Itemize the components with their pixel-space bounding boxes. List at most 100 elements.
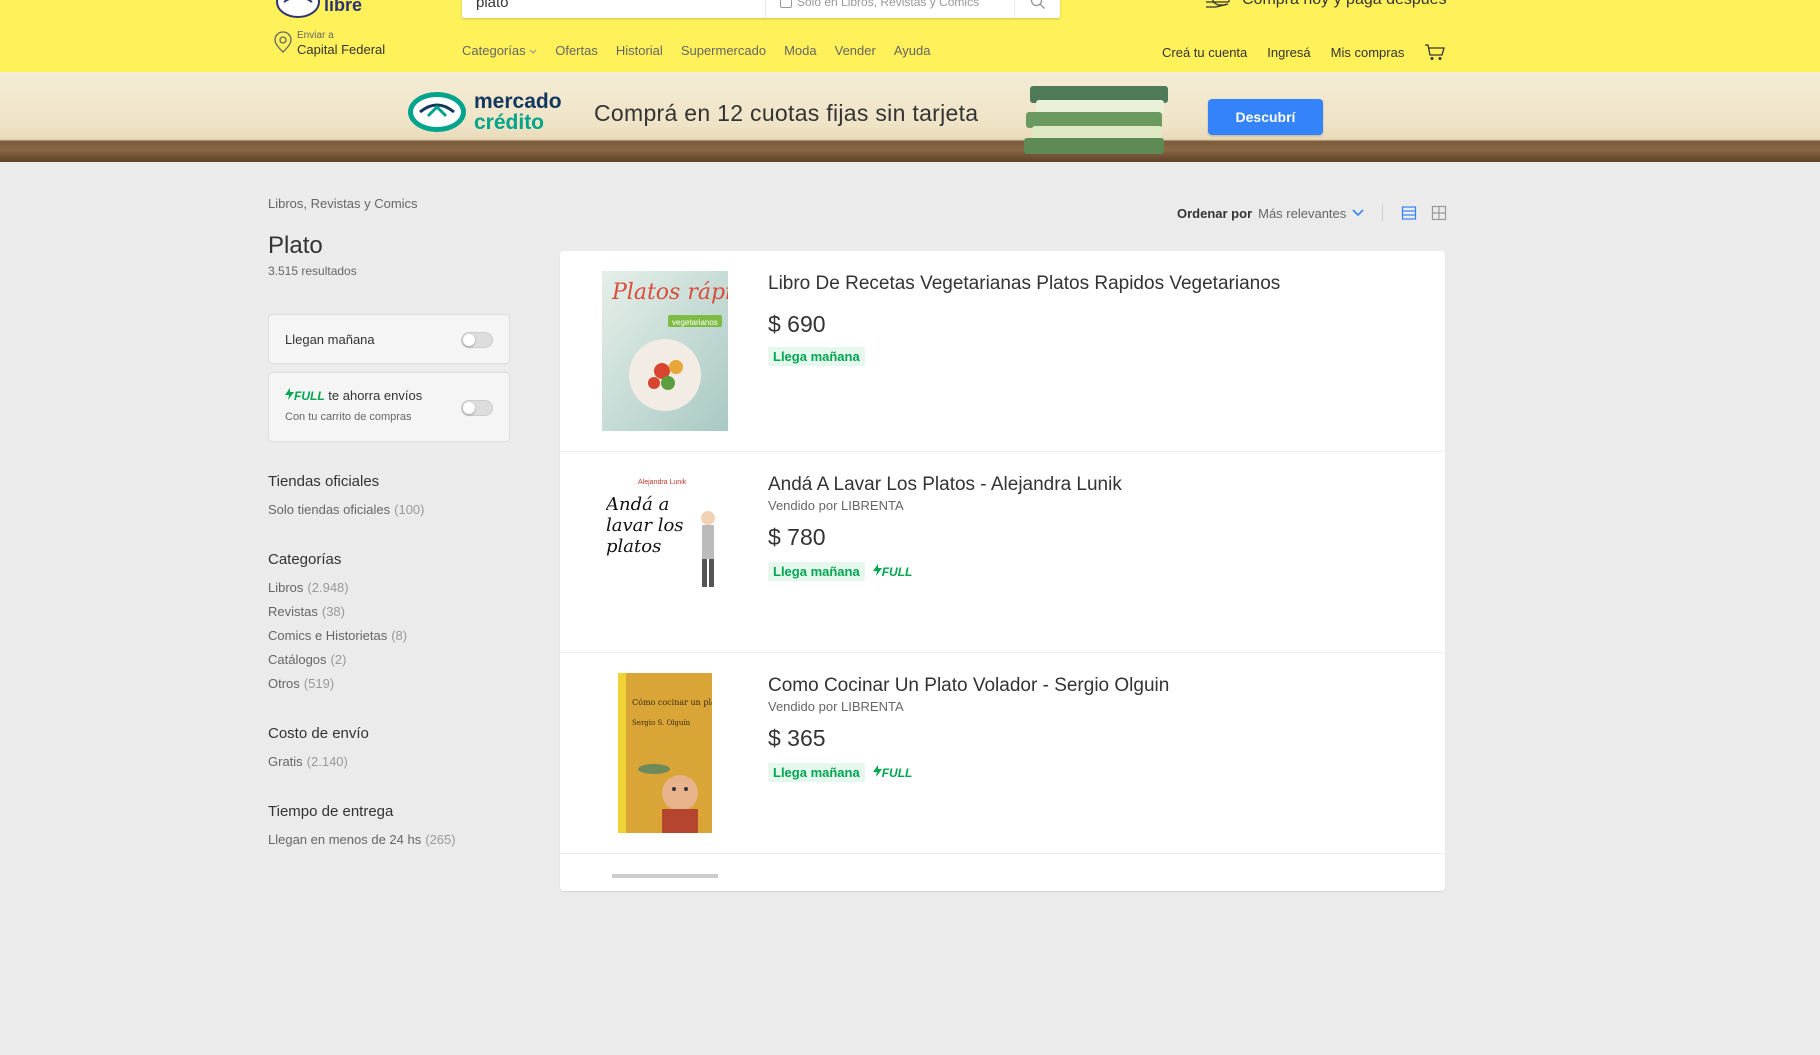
- filter-item[interactable]: Revistas (38): [268, 600, 407, 624]
- ship-to[interactable]: Enviar a Capital Federal: [273, 30, 385, 58]
- cover-author: Sergio S. Olguín: [632, 719, 691, 727]
- breadcrumb[interactable]: Libros, Revistas y Comics: [268, 196, 418, 211]
- promo-text: Compra hoy y pagá después: [1242, 0, 1447, 9]
- filter-item[interactable]: Libros (2.948): [268, 576, 407, 600]
- filter-title: Costo de envío: [268, 725, 369, 742]
- search-button[interactable]: [1014, 0, 1060, 18]
- toggle-llegan-manana[interactable]: Llegan mañana: [268, 314, 510, 364]
- nav-supermercado[interactable]: Supermercado: [681, 43, 766, 58]
- filter-label: Llegan en menos de 24 hs: [268, 832, 422, 847]
- product-price: $ 780: [768, 524, 826, 550]
- product-title[interactable]: Como Cocinar Un Plato Volador - Sergio O…: [768, 675, 1169, 697]
- cover-title: Platos rápidos: [611, 280, 728, 305]
- mercado-credito-logo: mercado crédito: [406, 90, 562, 134]
- results-list: Platos rápidos vegetarianos Libro De Rec…: [560, 251, 1445, 891]
- discover-button[interactable]: Descubrí: [1208, 99, 1323, 135]
- filter-count: (519): [303, 676, 335, 691]
- badge-row: Llega mañana FULL: [768, 562, 912, 581]
- nav-ayuda[interactable]: Ayuda: [894, 43, 931, 58]
- location-pin-icon: [274, 31, 292, 53]
- nav-historial[interactable]: Historial: [616, 43, 663, 58]
- filter-label: Gratis: [268, 754, 303, 769]
- filter-item[interactable]: Gratis (2.140): [268, 750, 369, 774]
- filter-item[interactable]: Catálogos (2): [268, 648, 407, 672]
- badge-row: Llega mañana FULL: [768, 763, 912, 782]
- filter-categorias: Categorías Libros (2.948) Revistas (38) Co…: [268, 551, 407, 696]
- full-badge: FULL: [872, 563, 913, 581]
- create-account-link[interactable]: Creá tu cuenta: [1162, 45, 1247, 60]
- scope-checkbox[interactable]: [780, 0, 792, 8]
- filter-item[interactable]: Solo tiendas oficiales (100): [268, 498, 425, 522]
- result-item[interactable]: Platos rápidos vegetarianos Libro De Rec…: [560, 251, 1445, 452]
- nav-vender[interactable]: Vender: [835, 43, 876, 58]
- seller-text: Vendido por LIBRENTA: [768, 498, 904, 513]
- filter-count: (8): [391, 628, 408, 643]
- divider: [1382, 205, 1384, 221]
- result-item[interactable]: Alejandra Lunik Andá a lavar los platos …: [560, 452, 1445, 653]
- cover-subtitle: vegetarianos: [672, 318, 718, 327]
- lightning-icon: [285, 388, 294, 400]
- my-purchases-link[interactable]: Mis compras: [1331, 45, 1405, 60]
- delivery-badge: Llega mañana: [768, 562, 865, 581]
- product-title[interactable]: Andá A Lavar Los Platos - Alejandra Luni…: [768, 474, 1122, 496]
- filter-title: Tiempo de entrega: [268, 803, 394, 820]
- logo-text: libre: [324, 0, 362, 15]
- ship-to-label: Enviar a: [297, 30, 334, 41]
- banner-title: Comprá en 12 cuotas fijas sin tarjeta: [594, 100, 979, 126]
- filter-count: (100): [394, 502, 425, 517]
- nav-ofertas[interactable]: Ofertas: [555, 43, 598, 58]
- product-thumbnail[interactable]: Cómo cocinar un plato volador Sergio S. …: [602, 673, 728, 833]
- list-view-icon[interactable]: [1401, 205, 1417, 221]
- filter-count: (2.948): [307, 580, 349, 595]
- thumbnail-edge: [612, 874, 718, 878]
- product-title[interactable]: Libro De Recetas Vegetarianas Platos Rap…: [768, 273, 1280, 295]
- sort-bar: Ordenar por Más relevantes: [1177, 205, 1447, 221]
- search-bar: Solo en Libros, Revistas y Comics: [462, 0, 1060, 18]
- cover-title: Cómo cocinar un plato volador: [632, 698, 712, 707]
- full-label: FULL: [881, 564, 913, 579]
- filter-tiendas: Tiendas oficiales Solo tiendas oficiales…: [268, 473, 425, 522]
- sort-dropdown[interactable]: Más relevantes: [1258, 206, 1346, 221]
- search-scope[interactable]: Solo en Libros, Revistas y Comics: [765, 0, 1017, 18]
- nav-moda[interactable]: Moda: [784, 43, 817, 58]
- grid-view-icon[interactable]: [1431, 205, 1447, 221]
- filter-item[interactable]: Comics e Historietas (8): [268, 624, 407, 648]
- ship-to-city: Capital Federal: [297, 42, 386, 57]
- filter-item[interactable]: Llegan en menos de 24 hs (265): [268, 828, 456, 852]
- full-switch[interactable]: [461, 400, 493, 416]
- mercadolibre-logo[interactable]: libre: [276, 0, 376, 20]
- filter-envio: Costo de envío Gratis (2.140): [268, 725, 369, 774]
- filter-count: (38): [321, 604, 345, 619]
- product-price: $ 365: [768, 725, 826, 751]
- llegan-switch[interactable]: [461, 332, 493, 348]
- filter-item[interactable]: Otros (519): [268, 672, 407, 696]
- cover-author: Alejandra Lunik: [638, 479, 687, 486]
- promo-banner[interactable]: mercado crédito Comprá en 12 cuotas fija…: [0, 72, 1820, 162]
- full-sub: Con tu carrito de compras: [285, 411, 412, 423]
- lightning-icon: [872, 764, 882, 777]
- filter-count: (2): [330, 652, 347, 667]
- full-brand: FULL: [294, 389, 325, 403]
- cart-icon[interactable]: [1424, 43, 1446, 61]
- delivery-badge: Llega mañana: [768, 763, 865, 782]
- product-thumbnail[interactable]: Platos rápidos vegetarianos: [602, 271, 728, 431]
- filter-count: (265): [425, 832, 456, 847]
- filter-label: Catálogos: [268, 652, 327, 667]
- toggle-full[interactable]: FULL te ahorra envíos Con tu carrito de …: [268, 372, 510, 442]
- result-item[interactable]: Cómo cocinar un plato volador Sergio S. …: [560, 653, 1445, 854]
- brand-top: mercado: [474, 90, 562, 113]
- lightning-icon: [872, 563, 882, 576]
- badge-row: Llega mañana: [768, 347, 865, 366]
- main-nav: Categorías Ofertas Historial Supermercad…: [462, 43, 930, 58]
- full-badge: FULL: [872, 764, 912, 782]
- result-item[interactable]: [560, 854, 1445, 1055]
- promo-top[interactable]: Compra hoy y pagá después: [1204, 0, 1447, 10]
- chevron-down-icon[interactable]: [1352, 209, 1364, 217]
- nav-categorias-label: Categorías: [462, 43, 526, 58]
- nav-categorias[interactable]: Categorías: [462, 43, 537, 58]
- product-thumbnail[interactable]: Alejandra Lunik Andá a lavar los platos: [602, 472, 728, 632]
- full-text: te ahorra envíos: [328, 388, 423, 403]
- filter-label: Revistas: [268, 604, 318, 619]
- user-nav: Creá tu cuenta Ingresá Mis compras: [1162, 43, 1446, 61]
- login-link[interactable]: Ingresá: [1267, 45, 1310, 60]
